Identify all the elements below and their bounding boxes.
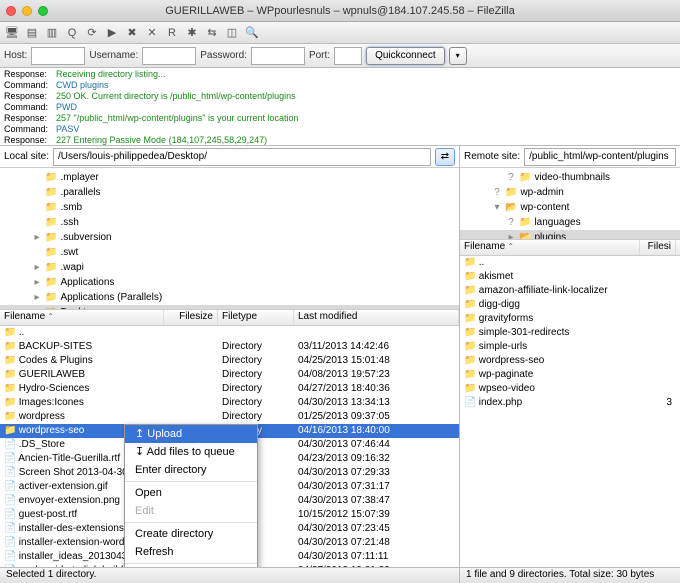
tree-item[interactable]: .swt [0, 245, 459, 260]
password-input[interactable] [251, 47, 305, 65]
remote-list-header[interactable]: Filename Filesi [460, 240, 680, 256]
menu-item[interactable]: Open [125, 484, 257, 502]
tree-item[interactable]: .smb [0, 200, 459, 215]
local-list-header[interactable]: Filename Filesize Filetype Last modified [0, 310, 459, 326]
main-toolbar: 🖥 ▤ ▥ Q ⟳ ▶ ✖ ✕ R ✱ ⇆ ◫ 🔍 [0, 22, 680, 44]
list-row[interactable]: BACKUP-SITESDirectory03/11/2013 14:42:46 [0, 340, 459, 354]
tree-item[interactable]: .ssh [0, 215, 459, 230]
sitemanager-icon[interactable]: 🖥 [4, 25, 20, 41]
search-icon[interactable]: 🔍 [244, 25, 260, 41]
menu-item[interactable]: Refresh [125, 543, 257, 561]
tree-item[interactable]: ▸Applications [0, 275, 459, 290]
list-row[interactable]: wpseo-video [460, 382, 680, 396]
local-file-list[interactable]: ↥ Upload↧ Add files to queueEnter direct… [0, 326, 459, 567]
menu-item[interactable]: Create directory [125, 525, 257, 543]
list-row[interactable]: wordpressDirectory01/25/2013 09:37:05 [0, 410, 459, 424]
sync-browse-icon[interactable]: ◫ [224, 25, 240, 41]
tree-item[interactable]: ▾wp-content [460, 200, 680, 215]
toggle-log-icon[interactable]: ▤ [24, 25, 40, 41]
username-label: Username: [89, 50, 138, 61]
window-title: GUERILLAWEB – WPpourlesnuls – wpnuls@184… [0, 5, 680, 17]
col-filename[interactable]: Filename [0, 310, 164, 325]
port-label: Port: [309, 50, 330, 61]
local-path-input[interactable] [53, 148, 431, 166]
list-row[interactable]: Hydro-SciencesDirectory04/27/2013 18:40:… [0, 382, 459, 396]
list-row[interactable]: gravityforms [460, 312, 680, 326]
tree-item[interactable]: ▸.wapi [0, 260, 459, 275]
remote-file-list[interactable]: .. akismet amazon-affiliate-link-localiz… [460, 256, 680, 567]
message-log: Response:Receiving directory listing...C… [0, 68, 680, 146]
list-row[interactable]: simple-301-redirects [460, 326, 680, 340]
list-row[interactable]: Images:IconesDirectory04/30/2013 13:34:1… [0, 396, 459, 410]
list-row[interactable]: .. [460, 256, 680, 270]
tree-item[interactable]: ▸.subversion [0, 230, 459, 245]
list-row[interactable]: wp-paginate [460, 368, 680, 382]
list-row[interactable]: digg-digg [460, 298, 680, 312]
list-row[interactable]: simple-urls [460, 340, 680, 354]
local-site-label: Local site: [4, 151, 49, 162]
window-titlebar: GUERILLAWEB – WPpourlesnuls – wpnuls@184… [0, 0, 680, 22]
list-row[interactable]: Codes & PluginsDirectory04/25/2013 15:01… [0, 354, 459, 368]
list-row[interactable]: akismet [460, 270, 680, 284]
list-row[interactable]: index.php3 [460, 396, 680, 410]
list-row[interactable]: wordpress-seo [460, 354, 680, 368]
col-filesize[interactable]: Filesize [164, 310, 218, 325]
col-filesize[interactable]: Filesi [640, 240, 676, 255]
toggle-tree-icon[interactable]: ▥ [44, 25, 60, 41]
tree-item[interactable]: .parallels [0, 185, 459, 200]
password-label: Password: [200, 50, 247, 61]
col-filetype[interactable]: Filetype [218, 310, 294, 325]
disconnect-icon[interactable]: ✕ [144, 25, 160, 41]
quickconnect-button[interactable]: Quickconnect [366, 47, 445, 65]
context-menu: ↥ Upload↧ Add files to queueEnter direct… [124, 424, 258, 567]
menu-item[interactable]: Enter directory [125, 461, 257, 479]
refresh-icon[interactable]: ⟳ [84, 25, 100, 41]
compare-icon[interactable]: ⇆ [204, 25, 220, 41]
col-lastmod[interactable]: Last modified [294, 310, 459, 325]
menu-item[interactable]: ↥ Upload [125, 425, 257, 443]
list-row[interactable]: amazon-affiliate-link-localizer [460, 284, 680, 298]
tree-item[interactable]: ?video-thumbnails [460, 170, 680, 185]
sync-browsing-button[interactable]: ⇄ [435, 148, 455, 166]
process-queue-icon[interactable]: ▶ [104, 25, 120, 41]
status-local: Selected 1 directory. [0, 568, 460, 583]
reconnect-icon[interactable]: R [164, 25, 180, 41]
status-remote: 1 file and 9 directories. Total size: 30… [460, 568, 680, 583]
tree-item[interactable]: ?languages [460, 215, 680, 230]
quickconnect-bar: Host: Username: Password: Port: Quickcon… [0, 44, 680, 68]
menu-item[interactable]: Delete [125, 566, 257, 567]
status-bar: Selected 1 directory. 1 file and 9 direc… [0, 567, 680, 583]
list-row[interactable]: GUERILAWEBDirectory04/08/2013 19:57:23 [0, 368, 459, 382]
host-input[interactable] [31, 47, 85, 65]
remote-site-label: Remote site: [464, 151, 520, 162]
tree-item[interactable]: ?wp-admin [460, 185, 680, 200]
list-row[interactable]: .. [0, 326, 459, 340]
tree-item[interactable]: ▸plugins [460, 230, 680, 240]
port-input[interactable] [334, 47, 362, 65]
col-filename[interactable]: Filename [460, 240, 640, 255]
username-input[interactable] [142, 47, 196, 65]
menu-item: Edit [125, 502, 257, 520]
quickconnect-history-button[interactable]: ▾ [449, 47, 467, 65]
tree-item[interactable]: ▸Applications (Parallels) [0, 290, 459, 305]
host-label: Host: [4, 50, 27, 61]
remote-tree[interactable]: ?video-thumbnails?wp-admin▾wp-content?la… [460, 168, 680, 240]
cancel-icon[interactable]: ✖ [124, 25, 140, 41]
filter-icon[interactable]: ✱ [184, 25, 200, 41]
local-tree[interactable]: .mplayer.parallels.smb.ssh▸.subversion.s… [0, 168, 459, 310]
remote-path-input[interactable] [524, 148, 676, 166]
tree-item[interactable]: .mplayer [0, 170, 459, 185]
toggle-queue-icon[interactable]: Q [64, 25, 80, 41]
menu-item[interactable]: ↧ Add files to queue [125, 443, 257, 461]
